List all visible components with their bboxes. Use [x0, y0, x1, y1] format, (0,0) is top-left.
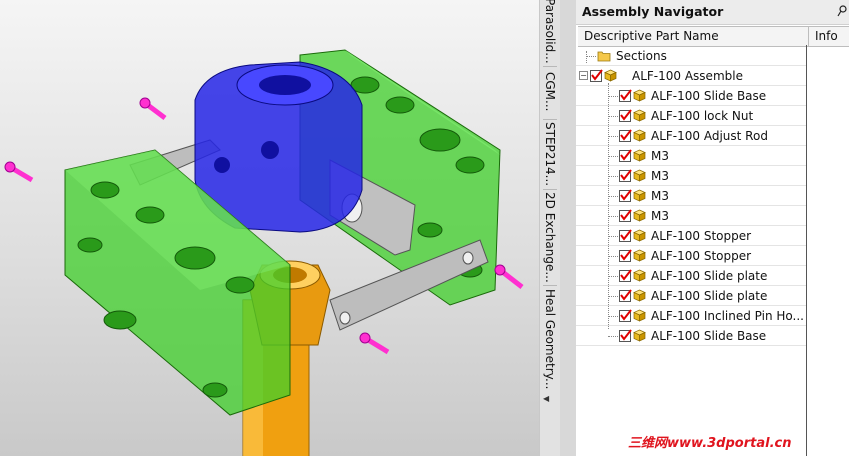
folder-icon: [597, 51, 611, 62]
component-label: M3: [651, 209, 669, 223]
tree-row-component[interactable]: ALF-100 Slide plate: [576, 266, 849, 286]
column-info[interactable]: Info: [815, 29, 838, 43]
visibility-checkbox[interactable]: [590, 69, 603, 82]
part-icon: [633, 189, 646, 202]
component-label: M3: [651, 149, 669, 163]
pin-icon[interactable]: [837, 5, 847, 17]
tree-row-root-assembly[interactable]: − ALF-100 Assemble: [576, 66, 849, 86]
tree-row-component[interactable]: ALF-100 Slide Base: [576, 326, 849, 346]
component-label: ALF-100 Stopper: [651, 249, 752, 263]
part-icon: [633, 149, 646, 162]
column-header: Descriptive Part Name Info: [578, 26, 849, 47]
root-assembly-label: ALF-100 Assemble: [632, 69, 743, 83]
column-descriptive-part-name[interactable]: Descriptive Part Name: [584, 29, 719, 43]
info-column-divider: [806, 45, 807, 456]
component-label: M3: [651, 189, 669, 203]
navigator-header: Assembly Navigator: [576, 0, 849, 25]
tree-row-component[interactable]: ALF-100 Stopper: [576, 246, 849, 266]
tab-step214[interactable]: STEP214...: [540, 121, 560, 187]
part-icon: [633, 169, 646, 182]
component-label: ALF-100 lock Nut: [651, 109, 754, 123]
visibility-checkbox[interactable]: [619, 189, 632, 202]
visibility-checkbox[interactable]: [619, 229, 632, 242]
watermark: 三维网www.3dportal.cn: [628, 436, 792, 451]
assembly-navigator: Assembly Navigator Descriptive Part Name…: [576, 0, 849, 456]
component-label: ALF-100 Slide plate: [651, 289, 768, 303]
tree-row-component[interactable]: ALF-100 Inclined Pin Ho...: [576, 306, 849, 326]
panel-gutter: [560, 0, 576, 456]
part-icon: [633, 329, 646, 342]
component-label: ALF-100 Stopper: [651, 229, 752, 243]
assembly-3d-model: [4, 49, 524, 456]
part-icon: [633, 109, 646, 122]
visibility-checkbox[interactable]: [619, 289, 632, 302]
tree-row-component[interactable]: M3: [576, 166, 849, 186]
tree-row-component[interactable]: M3: [576, 146, 849, 166]
part-icon: [633, 129, 646, 142]
collapse-arrow-icon[interactable]: ◀: [543, 394, 549, 403]
tab-heal-geometry[interactable]: Heal Geometry...: [540, 289, 560, 389]
visibility-checkbox[interactable]: [619, 269, 632, 282]
part-icon: [633, 229, 646, 242]
component-label: ALF-100 Inclined Pin Ho...: [651, 309, 804, 323]
part-icon: [633, 249, 646, 262]
tab-2d-exchange[interactable]: 2D Exchange...: [540, 191, 560, 283]
tree-row-component[interactable]: ALF-100 Adjust Rod: [576, 126, 849, 146]
part-icon: [633, 289, 646, 302]
component-label: ALF-100 Slide Base: [651, 89, 767, 103]
visibility-checkbox[interactable]: [619, 169, 632, 182]
part-icon: [633, 309, 646, 322]
tree-row-component[interactable]: M3: [576, 206, 849, 226]
assembly-icon: [604, 69, 617, 82]
visibility-checkbox[interactable]: [619, 309, 632, 322]
visibility-checkbox[interactable]: [619, 109, 632, 122]
tree-row-component[interactable]: M3: [576, 186, 849, 206]
tree-row-sections[interactable]: Sections: [576, 46, 849, 66]
tree-row-component[interactable]: ALF-100 Slide plate: [576, 286, 849, 306]
visibility-checkbox[interactable]: [619, 89, 632, 102]
visibility-checkbox[interactable]: [619, 129, 632, 142]
collapse-toggle-icon[interactable]: −: [579, 71, 588, 80]
resource-tabs: Parasolid... CGM... STEP214... 2D Exchan…: [539, 0, 561, 456]
component-label: ALF-100 Adjust Rod: [651, 129, 768, 143]
navigator-title: Assembly Navigator: [582, 4, 724, 19]
tree-row-component[interactable]: ALF-100 Slide Base: [576, 86, 849, 106]
tree-row-component[interactable]: ALF-100 lock Nut: [576, 106, 849, 126]
component-label: ALF-100 Slide Base: [651, 329, 767, 343]
component-label: M3: [651, 169, 669, 183]
graphics-viewport[interactable]: [0, 0, 539, 456]
tab-parasolid[interactable]: Parasolid...: [540, 0, 560, 64]
visibility-checkbox[interactable]: [619, 329, 632, 342]
component-label: ALF-100 Slide plate: [651, 269, 768, 283]
part-icon: [633, 89, 646, 102]
tree-row-component[interactable]: ALF-100 Stopper: [576, 226, 849, 246]
visibility-checkbox[interactable]: [619, 149, 632, 162]
part-icon: [633, 269, 646, 282]
sections-label: Sections: [616, 49, 667, 63]
part-icon: [633, 209, 646, 222]
visibility-checkbox[interactable]: [619, 209, 632, 222]
visibility-checkbox[interactable]: [619, 249, 632, 262]
tab-cgm[interactable]: CGM...: [540, 70, 560, 114]
